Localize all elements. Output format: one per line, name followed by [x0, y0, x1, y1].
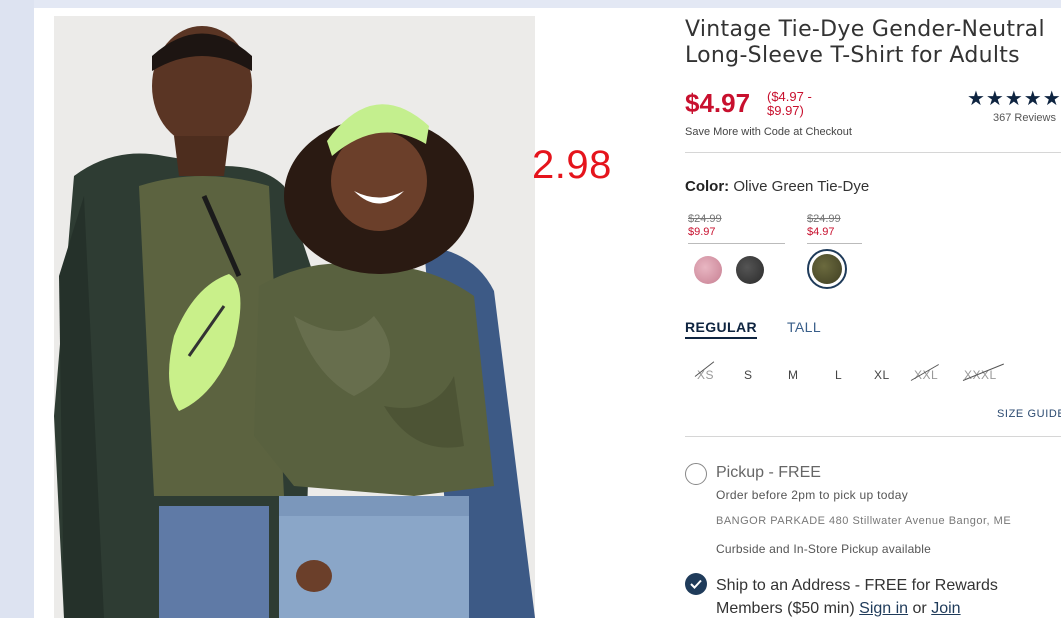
divider	[685, 152, 1061, 153]
annotation-overlay: 2.98	[532, 143, 612, 187]
swatch-group-underline	[688, 243, 785, 244]
size-xs-unavailable[interactable]: XS	[697, 368, 714, 382]
pickup-note: Order before 2pm to pick up today	[716, 488, 908, 502]
ship-text-line-2: Members ($50 min)	[716, 600, 855, 617]
title-line-1: Vintage Tie-Dye Gender-Neutral	[685, 17, 1045, 42]
pickup-radio[interactable]	[685, 463, 707, 485]
size-xl[interactable]: XL	[874, 368, 890, 382]
checkmark-icon	[690, 579, 702, 589]
swatch-sale-price: $9.97	[688, 226, 716, 238]
size-s[interactable]: S	[744, 368, 753, 382]
color-value: Olive Green Tie-Dye	[733, 178, 870, 195]
color-label-key: Color:	[685, 178, 730, 195]
color-label: Color: Olive Green Tie-Dye	[685, 178, 869, 195]
product-panel: 2.98 Vintage Tie-Dye Gender-Neutral Long…	[34, 8, 1061, 618]
swatch-price-group: $24.99 $4.97	[807, 213, 862, 244]
promo-text: Save More with Code at Checkout	[685, 126, 852, 138]
ship-text-line-1: Ship to an Address - FREE for Rewards	[716, 577, 998, 594]
swatch-black-tie-dye[interactable]	[736, 256, 764, 284]
divider	[685, 436, 1061, 437]
or-text: or	[912, 600, 927, 617]
left-rail	[0, 0, 34, 618]
title-line-2: Long-Sleeve T-Shirt for Adults	[685, 43, 1020, 68]
swatch-pink-tie-dye[interactable]	[694, 256, 722, 284]
swatch-old-price: $24.99	[807, 213, 841, 225]
product-image[interactable]	[54, 16, 535, 618]
swatch-group-underline	[807, 243, 862, 244]
swatch-old-price: $24.99	[688, 213, 722, 225]
curbside-note: Curbside and In-Store Pickup available	[716, 542, 932, 556]
ship-radio-checked[interactable]	[685, 573, 707, 595]
size-l[interactable]: L	[835, 368, 842, 382]
size-xxxl-unavailable[interactable]: XXXL	[964, 368, 997, 382]
pickup-label[interactable]: Pickup - FREE	[716, 464, 821, 482]
tab-tall[interactable]: TALL	[787, 319, 821, 335]
tab-regular[interactable]: REGULAR	[685, 319, 758, 339]
product-title: Vintage Tie-Dye Gender-Neutral Long-Slee…	[685, 17, 1061, 69]
price-range: ($4.97 - $9.97)	[767, 89, 812, 118]
store-address[interactable]: BANGOR PARKADE 480 Stillwater Avenue Ban…	[716, 515, 1011, 527]
product-info: Vintage Tie-Dye Gender-Neutral Long-Slee…	[685, 8, 1061, 618]
sign-in-link[interactable]: Sign in	[859, 600, 908, 617]
ship-label[interactable]: Ship to an Address - FREE for Rewards Me…	[716, 574, 1061, 618]
swatch-sale-price: $4.97	[807, 226, 835, 238]
swatch-price-group: $24.99 $9.97	[688, 213, 785, 244]
size-m[interactable]: M	[788, 368, 799, 382]
current-price: $4.97	[685, 88, 751, 118]
size-guide-link[interactable]: SIZE GUIDE	[997, 408, 1061, 420]
swatch-olive-green-tie-dye[interactable]	[812, 254, 842, 284]
rating-stars-icon[interactable]: ★★★★★	[967, 86, 1061, 111]
reviews-link[interactable]: 367 Reviews	[993, 112, 1056, 124]
join-link[interactable]: Join	[931, 600, 960, 617]
